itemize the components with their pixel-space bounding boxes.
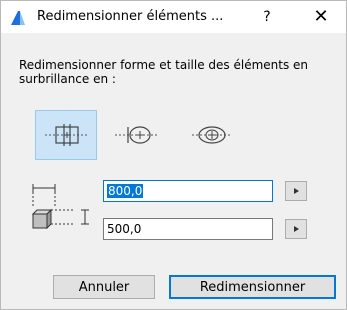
cancel-button[interactable]: Annuler <box>53 275 155 299</box>
resize-dialog: Redimensionner éléments ... ? ✕ Redimens… <box>0 0 347 310</box>
window-title: Redimensionner éléments ... <box>37 9 224 24</box>
box-dimensions-icon <box>31 184 89 230</box>
rectangle-resize-icon <box>45 124 87 146</box>
play-arrow-icon <box>294 188 299 194</box>
resize-mode-rectangle[interactable] <box>35 110 97 160</box>
archicad-icon <box>11 11 25 25</box>
resize-mode-ellipse-offset[interactable] <box>180 110 242 160</box>
help-button[interactable]: ? <box>247 3 287 31</box>
play-arrow-icon <box>294 226 299 232</box>
width-arrow-button[interactable] <box>285 181 307 201</box>
width-field[interactable]: 800,0 <box>103 180 273 202</box>
ellipse-offset-resize-icon <box>192 126 232 144</box>
resize-button[interactable]: Redimensionner <box>169 275 336 299</box>
height-arrow-button[interactable] <box>285 219 307 239</box>
title-bar: Redimensionner éléments ... ? ✕ <box>1 1 346 33</box>
prompt-label: Redimensionner forme et taille des éléme… <box>19 58 309 86</box>
resize-mode-ellipse-horizontal[interactable] <box>105 110 167 160</box>
height-value: 500,0 <box>107 222 142 236</box>
ellipse-resize-icon <box>115 126 157 144</box>
height-field[interactable]: 500,0 <box>103 218 273 240</box>
width-value: 800,0 <box>107 184 144 198</box>
close-button[interactable]: ✕ <box>299 3 343 31</box>
